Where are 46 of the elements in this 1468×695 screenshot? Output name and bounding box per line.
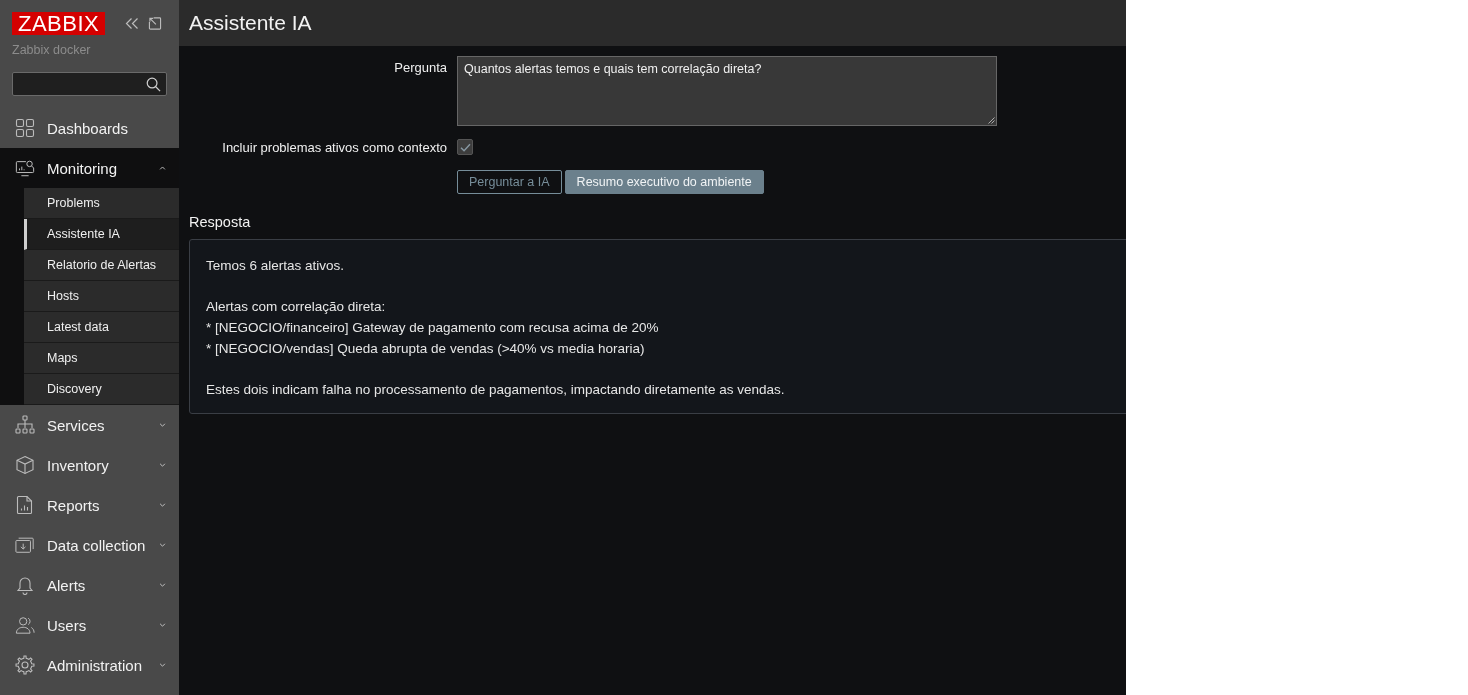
- secondary-button[interactable]: Perguntar a IA: [457, 170, 562, 194]
- checkbox[interactable]: [457, 139, 473, 155]
- checkmark-icon: [459, 142, 471, 152]
- menu-item[interactable]: Alerts: [0, 565, 179, 605]
- submenu-item[interactable]: Latest data: [24, 312, 179, 343]
- response-line: Estes dois indicam falha no processamento de pagamentos, impactando diretamente as vendas.: [206, 381, 786, 399]
- question-field[interactable]: Quantos alertas temos e quais tem correlação direta?: [457, 56, 997, 126]
- response-line: Alertas com correlação direta:: [206, 298, 387, 316]
- logo[interactable]: ZABBIX: [12, 12, 106, 35]
- resize-grip-icon[interactable]: [987, 116, 995, 124]
- response-line: * [NEGOCIO/financeiro] Gateway de pagamento com recusa acima de 20%: [206, 319, 660, 337]
- section-heading: Resposta: [189, 213, 252, 231]
- submenu-item[interactable]: Maps: [24, 343, 179, 374]
- menu-item[interactable]: Services: [0, 405, 179, 445]
- arrow-square-icon[interactable]: [148, 17, 162, 30]
- primary-button[interactable]: Resumo executivo do ambiente: [564, 170, 764, 194]
- monitor-search-icon: [15, 158, 35, 178]
- download-box-icon: [15, 535, 35, 555]
- menu-item[interactable]: Users: [0, 605, 179, 645]
- users-icon: [15, 615, 35, 635]
- cube-icon: [15, 455, 35, 475]
- submenu-item[interactable]: Hosts: [24, 281, 179, 312]
- double-chevron-icon[interactable]: [125, 17, 139, 30]
- response-line: * [NEGOCIO/vendas] Queda abrupta de vendas (>40% vs media horaria): [206, 340, 646, 358]
- hierarchy-icon: [15, 415, 35, 435]
- menu-item[interactable]: Monitoring: [0, 148, 179, 188]
- submenu-item[interactable]: Assistente IA: [24, 219, 179, 250]
- submenu-item[interactable]: Problems: [24, 188, 179, 219]
- response-line: Temos 6 alertas ativos.: [206, 257, 346, 275]
- submenu-item[interactable]: Relatorio de Alertas: [24, 250, 179, 281]
- gear-icon: [15, 655, 35, 675]
- report-icon: [15, 495, 35, 515]
- menu-item[interactable]: Data collection: [0, 525, 179, 565]
- menu-item[interactable]: Administration: [0, 645, 179, 685]
- search-field[interactable]: [12, 72, 167, 96]
- menu-item[interactable]: Inventory: [0, 445, 179, 485]
- menu-item[interactable]: Reports: [0, 485, 179, 525]
- page-title: Assistente IA: [189, 11, 312, 35]
- grid-icon: [15, 118, 35, 138]
- checkbox-label: Incluir problemas ativos como contexto: [222, 139, 447, 155]
- bell-icon: [15, 575, 35, 595]
- field-label: Pergunta: [394, 59, 447, 75]
- server-name: Zabbix docker: [11, 42, 92, 57]
- menu-item[interactable]: Dashboards: [0, 108, 179, 148]
- submenu-item[interactable]: Discovery: [24, 374, 179, 405]
- search-icon: [146, 76, 161, 92]
